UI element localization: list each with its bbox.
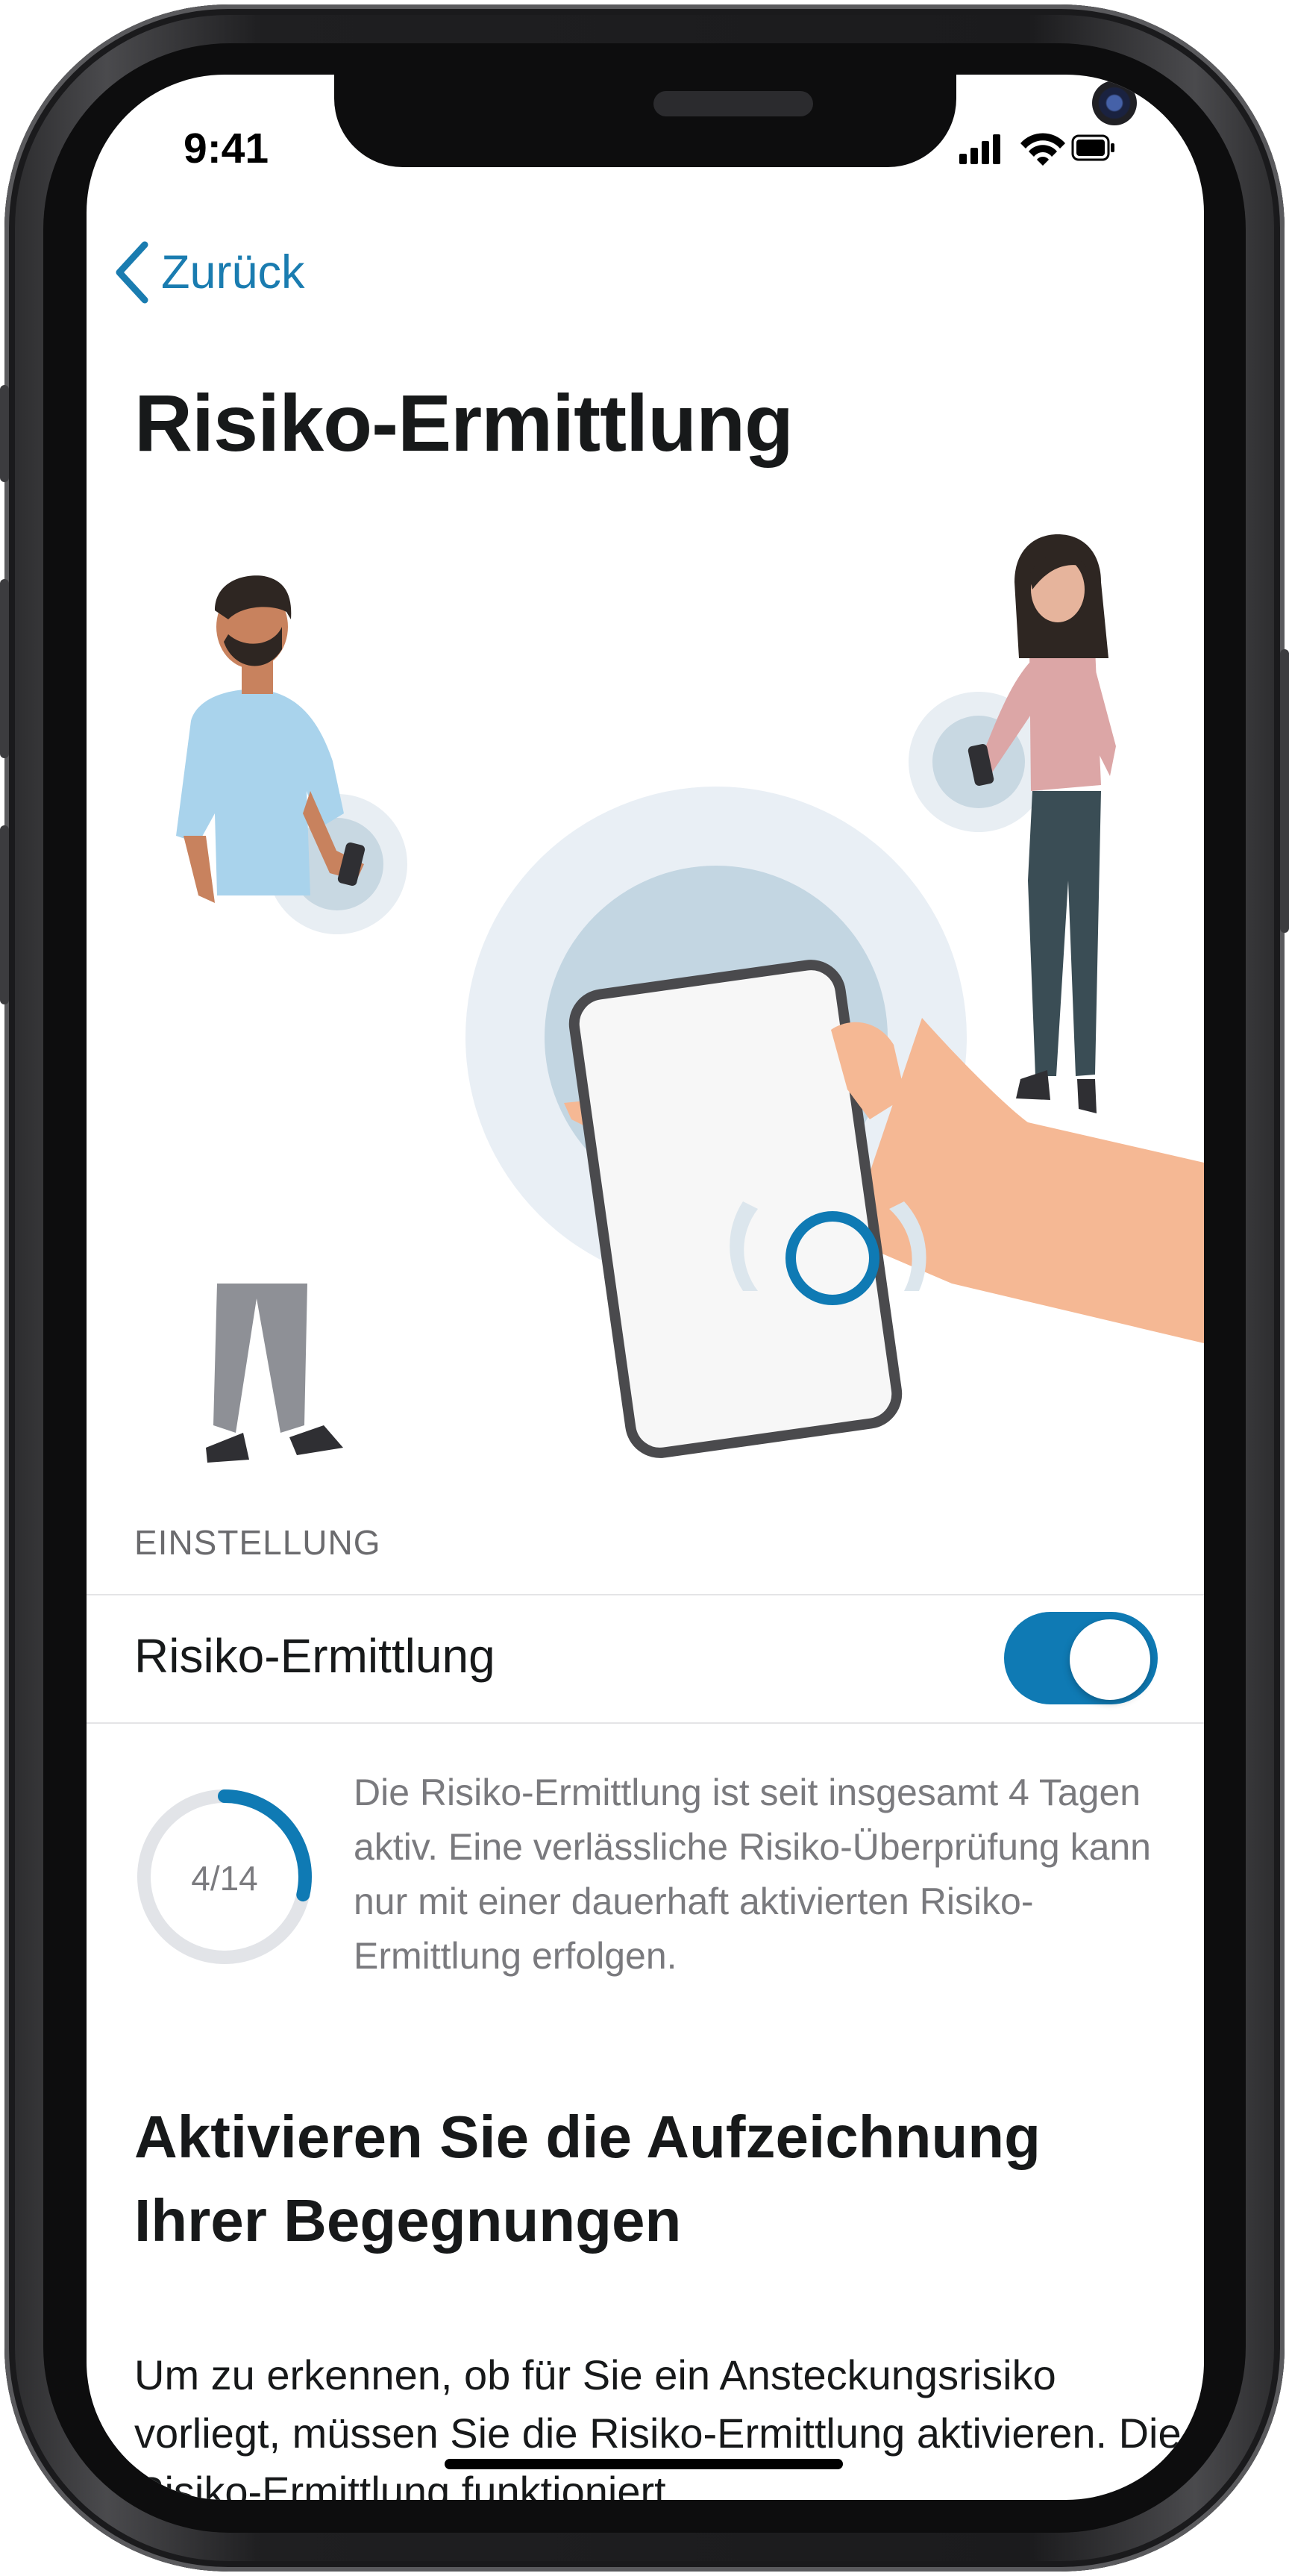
silent-switch bbox=[0, 385, 9, 482]
toggle-knob bbox=[1070, 1619, 1150, 1700]
section-header-settings: EINSTELLUNG bbox=[134, 1523, 381, 1562]
volume-down-button bbox=[0, 825, 9, 1004]
info-body: Um zu erkennen, ob für Sie ein Ansteckun… bbox=[134, 2351, 1182, 2500]
battery-icon bbox=[1071, 134, 1114, 161]
wifi-icon bbox=[1020, 133, 1065, 166]
status-icons bbox=[959, 133, 1114, 166]
back-label: Zurück bbox=[161, 246, 305, 298]
home-indicator[interactable] bbox=[445, 2459, 843, 2469]
back-button[interactable]: Zurück bbox=[112, 239, 305, 306]
notch bbox=[334, 75, 1137, 167]
front-camera bbox=[1092, 81, 1137, 125]
toggle-label: Risiko-Ermittlung bbox=[134, 1629, 495, 1683]
cellular-signal-icon bbox=[959, 134, 1000, 164]
chevron-left-icon bbox=[116, 241, 148, 304]
hand-with-phone bbox=[564, 960, 1204, 1458]
progress-description: Die Risiko-Ermittlung ist seit insgesamt… bbox=[354, 1772, 1151, 1977]
man-figure bbox=[176, 575, 407, 1463]
status-time: 9:41 bbox=[184, 125, 269, 172]
speaker-grille bbox=[653, 91, 813, 116]
risk-detection-illustration bbox=[176, 534, 1204, 1463]
divider-bottom bbox=[87, 1722, 1204, 1724]
info-title: Aktivieren Sie die Aufzeichnung Ihrer Be… bbox=[134, 2104, 1041, 2254]
page-title: Risiko-Ermittlung bbox=[134, 378, 794, 468]
divider-top bbox=[87, 1594, 1204, 1595]
power-button bbox=[1280, 649, 1289, 933]
screen: 9:41 Zurück Risiko-Ermittlung EINSTELLUN… bbox=[87, 75, 1204, 2500]
volume-up-button bbox=[0, 579, 9, 758]
progress-label: 4/14 bbox=[191, 1859, 258, 1898]
